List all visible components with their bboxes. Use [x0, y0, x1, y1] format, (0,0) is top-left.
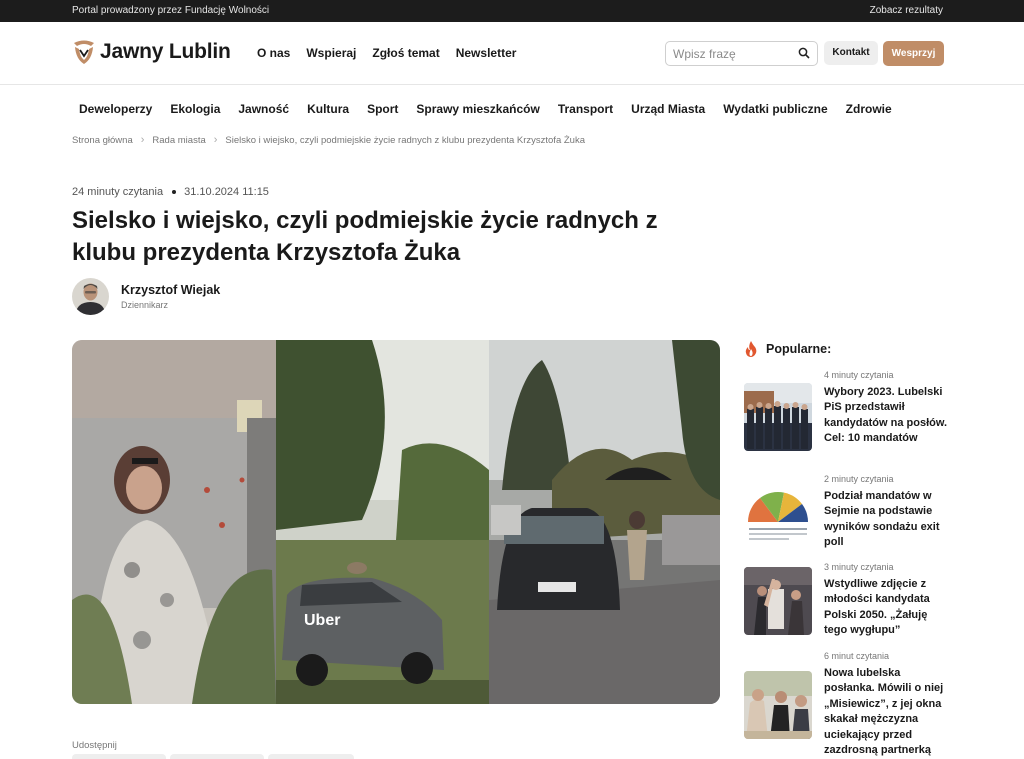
popular-reading-time: 2 minuty czytania — [824, 474, 894, 484]
popular-reading-time: 6 minut czytania — [824, 651, 890, 661]
author-block[interactable]: Krzysztof Wiejak Dziennikarz — [72, 278, 220, 315]
category-zdrowie[interactable]: Zdrowie — [846, 102, 892, 116]
category-sprawy-mieszkancow[interactable]: Sprawy mieszkańców — [416, 102, 539, 116]
chevron-right-icon: › — [140, 134, 145, 146]
popular-sidebar: Popularne: 4 minuty czytania Wybory 2023… — [744, 340, 964, 756]
nav-zglos-temat[interactable]: Zgłoś temat — [372, 46, 439, 60]
popular-thumbnail[interactable] — [744, 567, 812, 635]
category-ekologia[interactable]: Ekologia — [170, 102, 220, 116]
hero-image: Uber — [72, 340, 720, 704]
nav-o-nas[interactable]: O nas — [257, 46, 290, 60]
popular-article-title[interactable]: Wstydliwe zdjęcie z młodości kandydata P… — [824, 577, 949, 639]
site-logo[interactable]: Jawny Lublin — [72, 39, 231, 65]
popular-reading-time: 4 minuty czytania — [824, 370, 894, 380]
svg-text:Uber: Uber — [304, 612, 340, 629]
article-meta: 24 minuty czytania 31.10.2024 11:15 — [72, 186, 269, 198]
nav-newsletter[interactable]: Newsletter — [456, 46, 517, 60]
nav-wspieraj[interactable]: Wspieraj — [306, 46, 356, 60]
top-bar: Portal prowadzony przez Fundację Wolnośc… — [0, 0, 1024, 22]
chevron-right-icon: › — [213, 134, 218, 146]
author-name[interactable]: Krzysztof Wiejak — [121, 283, 220, 297]
breadcrumb-home[interactable]: Strona główna — [72, 135, 133, 146]
share-button[interactable] — [170, 754, 264, 759]
logo-text: Jawny Lublin — [100, 40, 231, 63]
category-urzad-miasta[interactable]: Urząd Miasta — [631, 102, 705, 116]
contact-button[interactable]: Kontakt — [824, 41, 878, 65]
category-kultura[interactable]: Kultura — [307, 102, 349, 116]
popular-title: Popularne: — [766, 342, 832, 356]
share-label: Udostępnij — [72, 740, 117, 751]
popular-thumbnail[interactable] — [744, 383, 812, 451]
breadcrumb-rada-miasta[interactable]: Rada miasta — [152, 135, 205, 146]
popular-article-title[interactable]: Nowa lubelska posłanka. Mówili o niej „M… — [824, 666, 949, 758]
category-deweloperzy[interactable]: Deweloperzy — [79, 102, 152, 116]
author-role: Dziennikarz — [121, 300, 169, 310]
popular-heading: Popularne: — [744, 340, 964, 358]
popular-reading-time: 3 minuty czytania — [824, 562, 894, 572]
dot-separator — [172, 190, 177, 194]
flame-icon — [745, 341, 757, 357]
article-title: Sielsko i wiejsko, czyli podmiejskie życ… — [72, 207, 658, 266]
breadcrumb: Strona główna › Rada miasta › Sielsko i … — [72, 134, 585, 146]
reading-time: 24 minuty czytania — [72, 186, 164, 198]
foundation-note: Portal prowadzony przez Fundację Wolnośc… — [72, 5, 270, 16]
search-box — [665, 41, 818, 66]
popular-thumbnail[interactable] — [744, 478, 812, 546]
main-nav: O nas Wspieraj Zgłoś temat Newsletter — [257, 46, 516, 60]
results-link[interactable]: Zobacz rezultaty — [870, 5, 943, 16]
popular-article-title[interactable]: Podział mandatów w Sejmie na podstawie w… — [824, 489, 949, 551]
category-nav: Deweloperzy Ekologia Jawność Kultura Spo… — [79, 102, 910, 116]
category-sport[interactable]: Sport — [367, 102, 398, 116]
category-wydatki-publiczne[interactable]: Wydatki publiczne — [723, 102, 827, 116]
popular-thumbnail[interactable] — [744, 671, 812, 739]
support-button[interactable]: Wesprzyj — [883, 41, 944, 66]
popular-article-title[interactable]: Wybory 2023. Lubelski PiS przedstawił ka… — [824, 385, 949, 447]
site-header: Jawny Lublin O nas Wspieraj Zgłoś temat … — [0, 22, 1024, 85]
category-transport[interactable]: Transport — [558, 102, 613, 116]
share-button[interactable] — [72, 754, 166, 759]
category-jawnosc[interactable]: Jawność — [238, 102, 289, 116]
shield-logo-icon — [74, 40, 94, 64]
share-buttons — [72, 754, 354, 759]
share-button[interactable] — [268, 754, 354, 759]
publish-date: 31.10.2024 11:15 — [184, 186, 269, 198]
author-avatar — [72, 278, 109, 315]
search-input[interactable] — [666, 42, 791, 65]
breadcrumb-current: Sielsko i wiejsko, czyli podmiejskie życ… — [225, 134, 585, 146]
search-icon[interactable] — [798, 47, 810, 59]
